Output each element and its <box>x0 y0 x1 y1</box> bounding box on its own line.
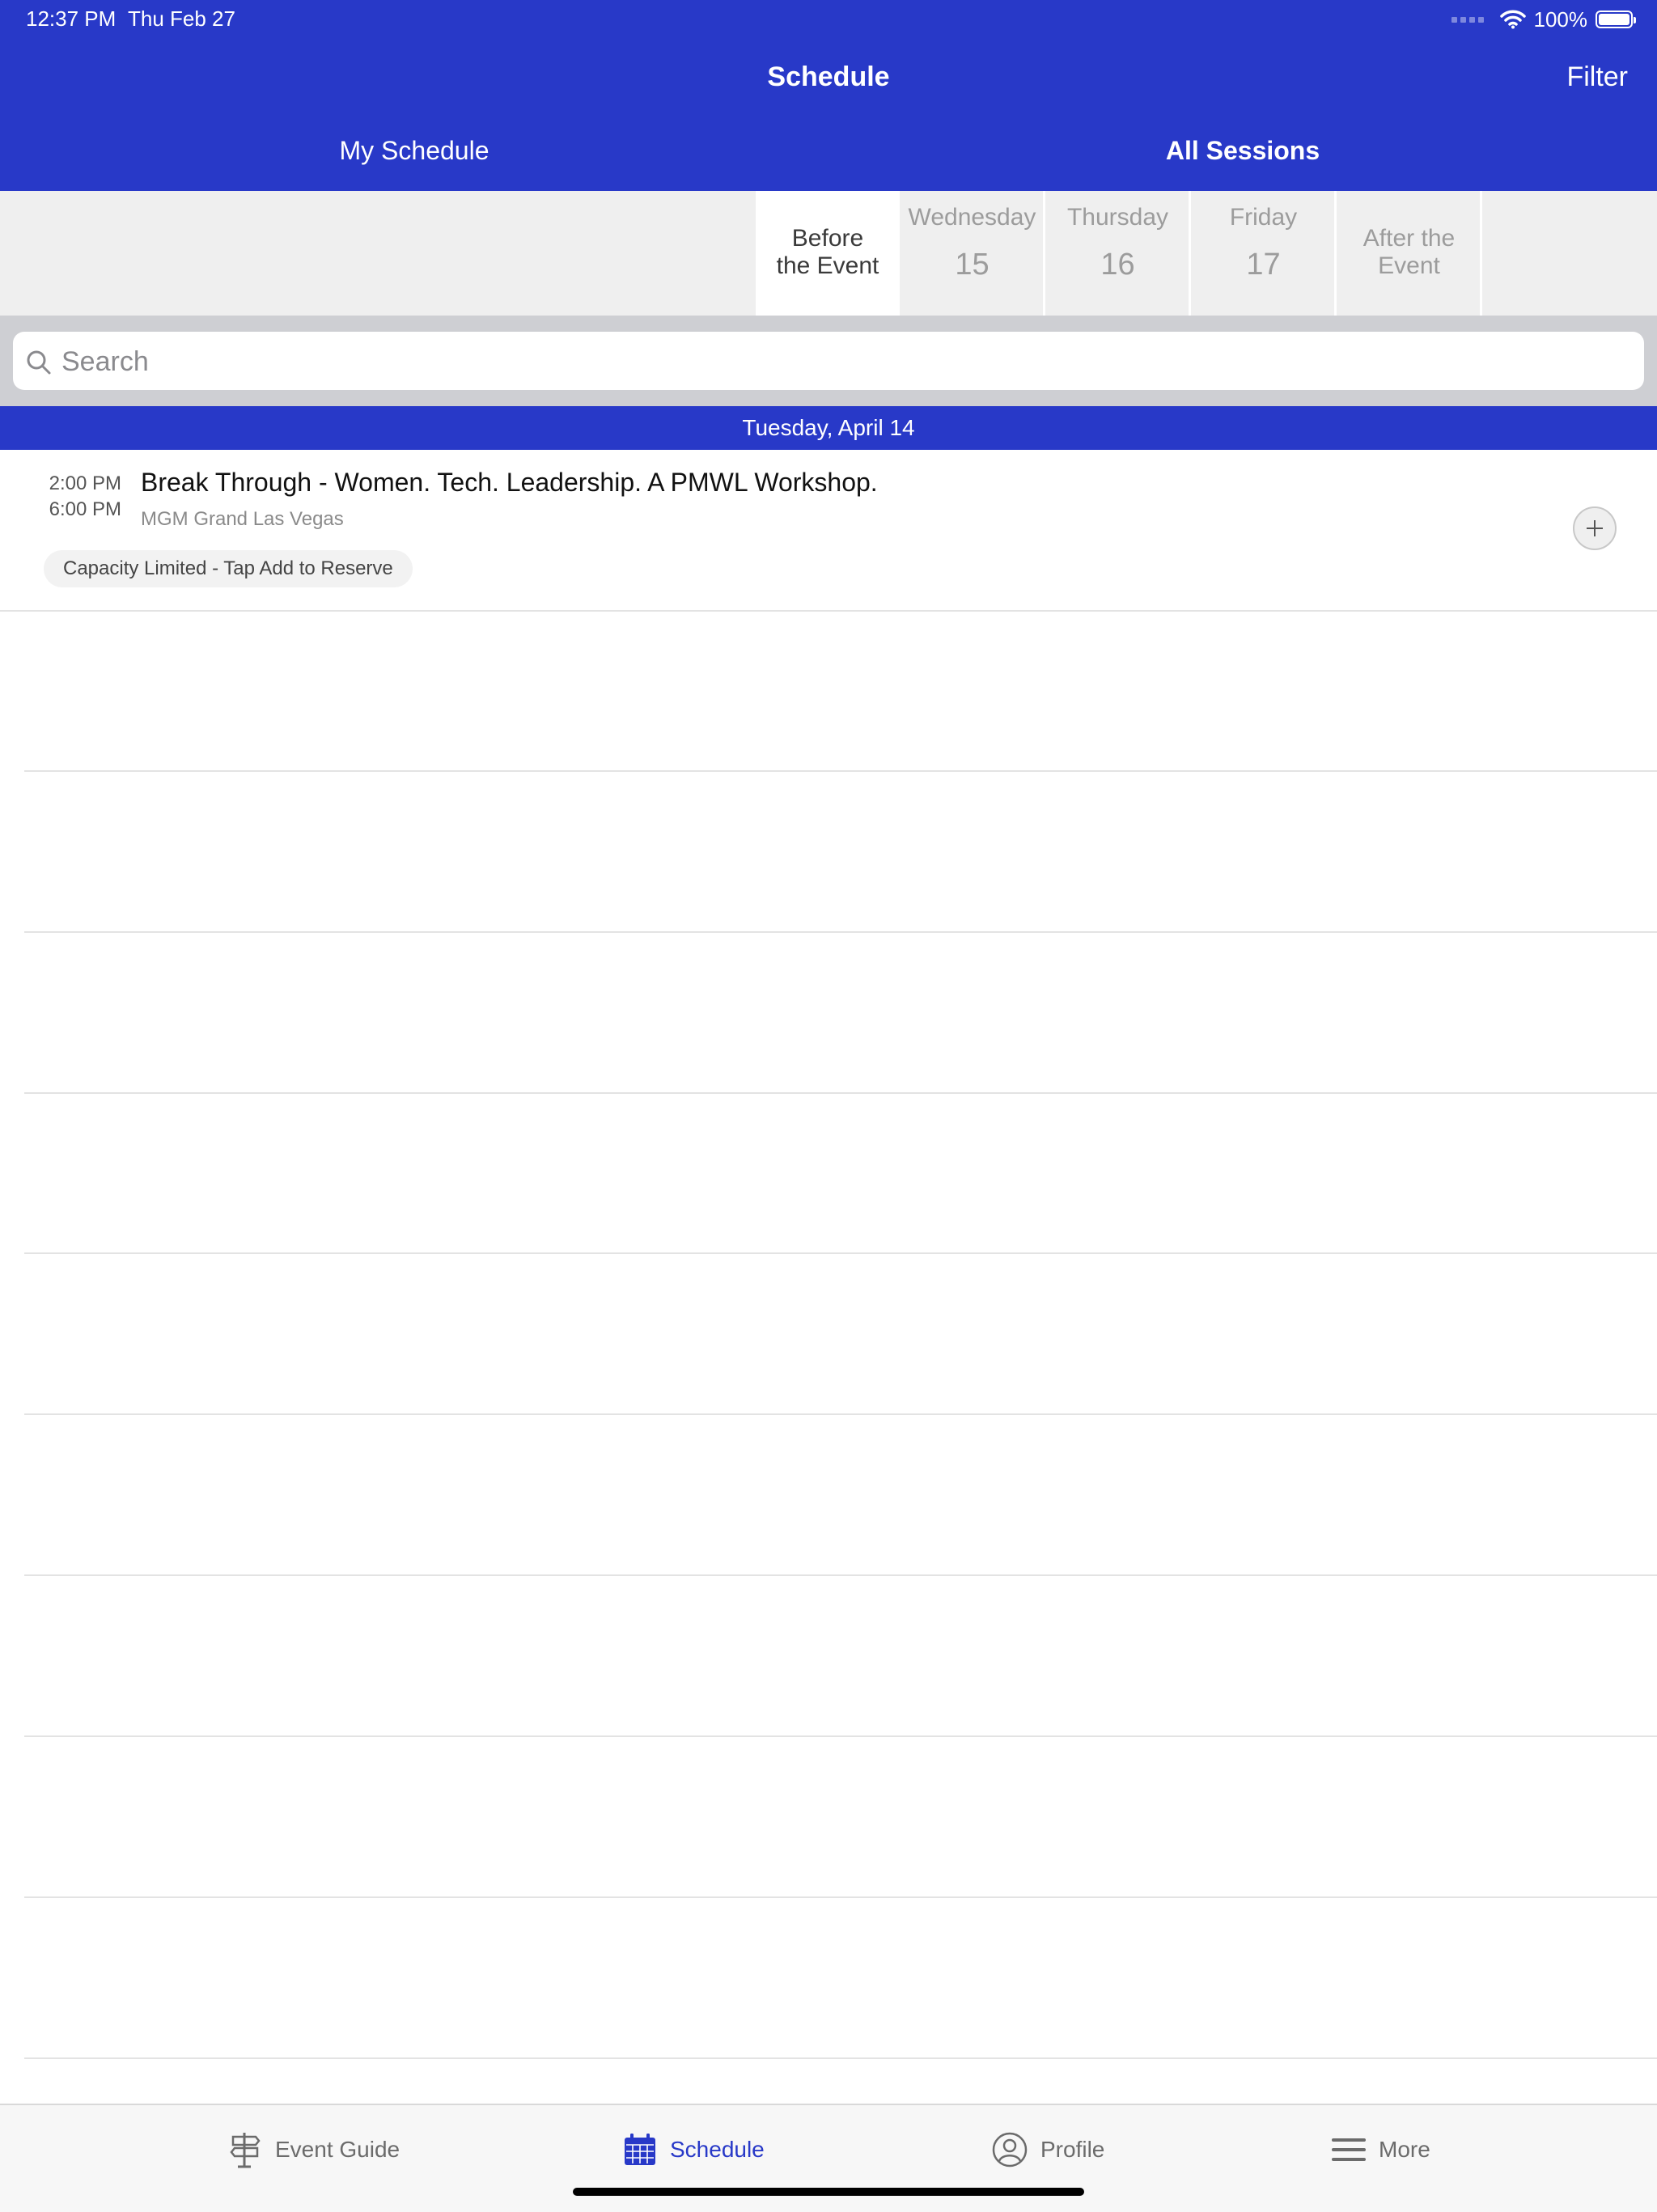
status-indicators: 100% <box>1451 6 1636 32</box>
battery-icon <box>1596 11 1636 28</box>
menu-icon <box>1332 2138 1366 2161</box>
row-divider <box>24 770 1657 772</box>
session-row[interactable]: 2:00 PM 6:00 PM Break Through - Women. T… <box>0 450 1657 612</box>
day-tab-thursday[interactable]: Thursday 16 <box>1047 191 1191 316</box>
session-location: MGM Grand Las Vegas <box>141 508 344 530</box>
day-date: 15 <box>955 248 990 282</box>
day-selector: Before the Event Wednesday 15 Thursday 1… <box>0 191 1657 316</box>
row-divider <box>24 931 1657 933</box>
search-field[interactable] <box>13 332 1644 392</box>
row-divider <box>24 1092 1657 1094</box>
app-header: 12:37 PM Thu Feb 27 100% Schedule Filter… <box>0 0 1657 191</box>
battery-percent: 100% <box>1533 6 1588 32</box>
plus-icon <box>1587 520 1603 536</box>
session-title: Break Through - Women. Tech. Leadership.… <box>141 468 878 497</box>
day-date: 16 <box>1100 248 1135 282</box>
row-divider <box>24 1252 1657 1254</box>
calendar-icon <box>625 2134 655 2165</box>
day-tab-label: After the Event <box>1362 225 1456 279</box>
day-tab-before-event[interactable]: Before the Event <box>756 191 900 316</box>
tab-my-schedule[interactable]: My Schedule <box>0 136 828 166</box>
row-divider <box>24 1896 1657 1898</box>
home-indicator[interactable] <box>573 2188 1084 2196</box>
tab-label: Profile <box>1040 2137 1105 2162</box>
tab-event-guide[interactable]: Event Guide <box>228 2129 400 2170</box>
day-tab-after-event[interactable]: After the Event <box>1338 191 1482 316</box>
tab-label: More <box>1379 2137 1430 2162</box>
day-date: 17 <box>1246 248 1281 282</box>
tab-schedule[interactable]: Schedule <box>623 2129 765 2170</box>
cellular-signal-icon <box>1451 16 1484 23</box>
status-time: 12:37 PM <box>26 6 117 31</box>
tab-all-sessions[interactable]: All Sessions <box>828 136 1657 166</box>
row-divider <box>24 1735 1657 1737</box>
filter-button[interactable]: Filter <box>1566 61 1628 93</box>
day-tab-label: Before the Event <box>776 225 879 279</box>
search-icon <box>27 350 51 375</box>
row-divider <box>24 1413 1657 1415</box>
row-divider <box>24 1574 1657 1576</box>
date-section-header: Tuesday, April 14 <box>0 406 1657 450</box>
session-end-time: 6:00 PM <box>49 498 121 520</box>
page-title: Schedule <box>767 61 890 92</box>
day-tab-wednesday[interactable]: Wednesday 15 <box>901 191 1045 316</box>
tab-more[interactable]: More <box>1332 2129 1430 2170</box>
session-start-time: 2:00 PM <box>49 472 121 494</box>
day-name: Thursday <box>1066 204 1169 231</box>
capacity-badge: Capacity Limited - Tap Add to Reserve <box>44 550 413 587</box>
signpost-icon <box>230 2133 261 2168</box>
search-input[interactable] <box>60 332 1600 392</box>
status-date: Thu Feb 27 <box>128 6 235 31</box>
tab-profile[interactable]: Profile <box>992 2129 1104 2170</box>
wifi-icon <box>1499 10 1526 29</box>
row-divider <box>24 2057 1657 2059</box>
person-icon <box>992 2132 1028 2168</box>
add-session-button[interactable] <box>1573 506 1617 550</box>
tab-label: Schedule <box>670 2137 765 2162</box>
search-bar <box>0 316 1657 406</box>
day-name: Wednesday <box>908 204 1036 231</box>
status-bar: 12:37 PM Thu Feb 27 100% <box>0 0 1657 39</box>
battery-level <box>1599 14 1629 25</box>
tab-label: Event Guide <box>275 2137 400 2162</box>
day-name: Friday <box>1229 204 1298 231</box>
day-tab-friday[interactable]: Friday 17 <box>1193 191 1337 316</box>
